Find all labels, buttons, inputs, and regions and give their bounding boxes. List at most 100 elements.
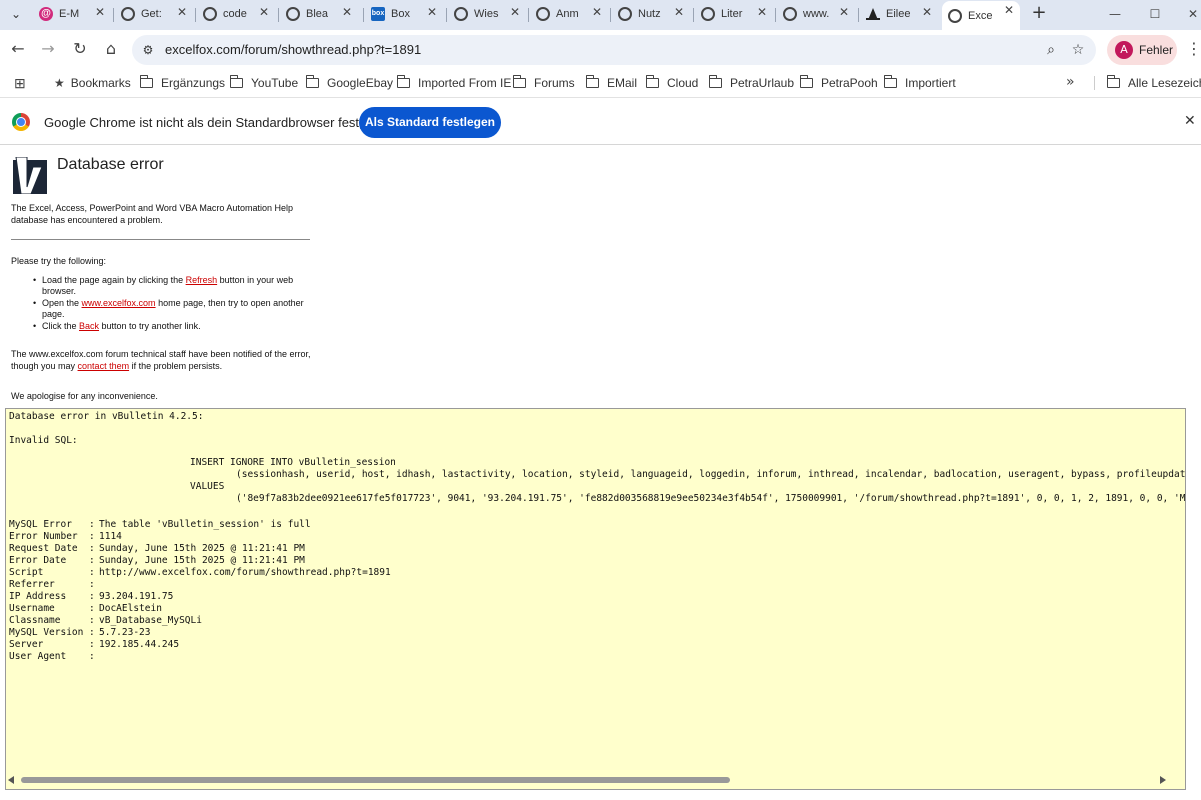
- divider: [11, 239, 310, 240]
- bookmark-folder[interactable]: Imported From IE: [396, 74, 512, 92]
- folder-icon: [512, 75, 526, 88]
- tab-5[interactable]: box Box ✕: [365, 3, 443, 25]
- bookmark-label: Imported From IE: [418, 76, 512, 90]
- globe-icon: [454, 7, 468, 21]
- tab-close-icon[interactable]: ✕: [510, 5, 520, 19]
- horizontal-scrollbar[interactable]: [5, 774, 1169, 788]
- tab-label: Liter: [721, 8, 743, 20]
- bookmark-folder[interactable]: Cloud: [645, 74, 698, 92]
- more-bookmarks-icon[interactable]: »: [1066, 74, 1075, 90]
- tab-close-icon[interactable]: ✕: [757, 5, 767, 19]
- tab-separator: [278, 8, 279, 22]
- bookmark-folder[interactable]: EMail: [585, 74, 638, 92]
- bookmark-folder[interactable]: PetraPooh: [799, 74, 878, 92]
- detail-row: Username: DocAElstein: [9, 603, 391, 615]
- bookmark-folder[interactable]: Forums: [512, 74, 575, 92]
- tab-close-icon[interactable]: ✕: [95, 5, 105, 19]
- bookmark-bookmarks[interactable]: ★ Bookmarks: [54, 74, 131, 92]
- infobar-close-icon[interactable]: ✕: [1184, 113, 1196, 129]
- tab-10[interactable]: www. ✕: [777, 3, 855, 25]
- tab-11[interactable]: Eilee ✕: [860, 3, 938, 25]
- tab-close-icon[interactable]: ✕: [674, 5, 684, 19]
- tab-close-icon[interactable]: ✕: [427, 5, 437, 19]
- tab-3[interactable]: code ✕: [197, 3, 275, 25]
- menu-icon[interactable]: ⋮: [1186, 39, 1201, 59]
- back-link[interactable]: Back: [79, 321, 99, 331]
- tab-close-icon[interactable]: ✕: [177, 5, 187, 19]
- tab-6[interactable]: Wies ✕: [448, 3, 526, 25]
- zoom-icon[interactable]: ⌕: [1042, 41, 1060, 59]
- bookmark-separator: [1094, 76, 1095, 90]
- tab-close-icon[interactable]: ✕: [342, 5, 352, 19]
- detail-row: Request Date: Sunday, June 15th 2025 @ 11…: [9, 543, 391, 555]
- folder-icon: [305, 75, 319, 88]
- folder-icon: [396, 75, 410, 88]
- tab-close-icon[interactable]: ✕: [839, 5, 849, 19]
- tab-12[interactable]: Exce ✕: [942, 1, 1020, 30]
- minimize-button[interactable]: —: [1100, 4, 1130, 24]
- error-details-box[interactable]: Database error in vBulletin 4.2.5: Inval…: [5, 408, 1186, 790]
- bookmark-folder[interactable]: Importiert: [883, 74, 956, 92]
- close-window-button[interactable]: ✕: [1178, 4, 1201, 24]
- detail-value: 192.185.44.245: [99, 639, 180, 650]
- detail-value: http://www.excelfox.com/forum/showthread…: [99, 567, 391, 578]
- invalid-sql-label: Invalid SQL:: [9, 435, 78, 446]
- tab-close-icon[interactable]: ✕: [1004, 3, 1014, 17]
- tab-close-icon[interactable]: ✕: [922, 5, 932, 19]
- homepage-link[interactable]: www.excelfox.com: [82, 298, 156, 308]
- scrollbar-thumb[interactable]: [21, 777, 730, 783]
- new-tab-button[interactable]: +: [1029, 3, 1049, 23]
- detail-row: IP Address:93.204.191.75: [9, 591, 391, 603]
- tab-1[interactable]: @ E-M ✕: [33, 3, 111, 25]
- detail-row: Referrer:: [9, 579, 391, 591]
- tab-close-icon[interactable]: ✕: [592, 5, 602, 19]
- scroll-right-arrow-icon[interactable]: [1160, 776, 1166, 784]
- home-button[interactable]: ⌂: [101, 39, 121, 59]
- bookmark-label: EMail: [607, 76, 638, 90]
- contact-link[interactable]: contact them: [78, 361, 130, 371]
- tab-9[interactable]: Liter ✕: [695, 3, 773, 25]
- tab-strip: ⌄ @ E-M ✕ Get: ✕ code ✕ Blea ✕ box Box ✕ Wies ✕ Anm ✕ Nu…: [0, 0, 1201, 30]
- tab-7[interactable]: Anm ✕: [530, 3, 608, 25]
- sql-line: ('8e9f7a83b2dee0921ee617fe5f017723', 904…: [236, 493, 1186, 504]
- profile-button[interactable]: A Fehler: [1107, 35, 1177, 65]
- apps-button[interactable]: ⊞: [14, 74, 26, 92]
- refresh-link[interactable]: Refresh: [186, 275, 218, 285]
- bookmark-label: Importiert: [905, 76, 956, 90]
- bookmark-folder[interactable]: PetraUrlaub: [708, 74, 794, 92]
- tab-separator: [775, 8, 776, 22]
- bookmark-folder[interactable]: YouTube: [229, 74, 298, 92]
- detail-row: Error Date: Sunday, June 15th 2025 @ 11:2…: [9, 555, 391, 567]
- detail-key: Classname: [9, 615, 61, 626]
- default-browser-infobar: Google Chrome ist nicht als dein Standar…: [0, 99, 1201, 145]
- reload-button[interactable]: ↻: [70, 39, 90, 59]
- forward-button[interactable]: →: [38, 39, 58, 59]
- maximize-button[interactable]: ☐: [1140, 4, 1170, 24]
- scroll-left-arrow-icon[interactable]: [8, 776, 14, 784]
- tab-search-button[interactable]: ⌄: [5, 3, 27, 25]
- tab-2[interactable]: Get: ✕: [115, 3, 193, 25]
- site-info-icon[interactable]: ⚙: [140, 42, 156, 58]
- detail-value: 1114: [99, 531, 122, 542]
- error-description: The Excel, Access, PowerPoint and Word V…: [11, 203, 293, 225]
- vbulletin-logo-icon: [13, 157, 47, 194]
- set-default-button[interactable]: Als Standard festlegen: [359, 107, 501, 138]
- page-title: Database error: [57, 156, 164, 173]
- tab-close-icon[interactable]: ✕: [259, 5, 269, 19]
- detail-row: MySQL Error: The table 'vBulletin_session…: [9, 519, 391, 531]
- detail-key: IP Address: [9, 591, 67, 602]
- bookmark-all[interactable]: Alle Lesezeichen: [1106, 74, 1201, 92]
- back-button[interactable]: ←: [8, 39, 28, 59]
- bookmark-label: Ergänzungs: [161, 76, 226, 90]
- bookmark-folder[interactable]: Ergänzungs: [139, 74, 226, 92]
- url-text[interactable]: excelfox.com/forum/showthread.php?t=1891: [165, 42, 421, 57]
- page-content: Database error The Excel, Access, PowerP…: [0, 146, 1201, 800]
- tip-text: Click the: [42, 321, 80, 331]
- tips-list: Load the page again by clicking the Refr…: [33, 275, 312, 333]
- tab-8[interactable]: Nutz ✕: [612, 3, 690, 25]
- tab-4[interactable]: Blea ✕: [280, 3, 358, 25]
- address-bar[interactable]: ⚙ excelfox.com/forum/showthread.php?t=18…: [132, 35, 1096, 65]
- chrome-logo-icon: [12, 113, 30, 131]
- bookmark-folder[interactable]: GoogleEbay: [305, 74, 393, 92]
- bookmark-star-icon[interactable]: ☆: [1069, 41, 1087, 59]
